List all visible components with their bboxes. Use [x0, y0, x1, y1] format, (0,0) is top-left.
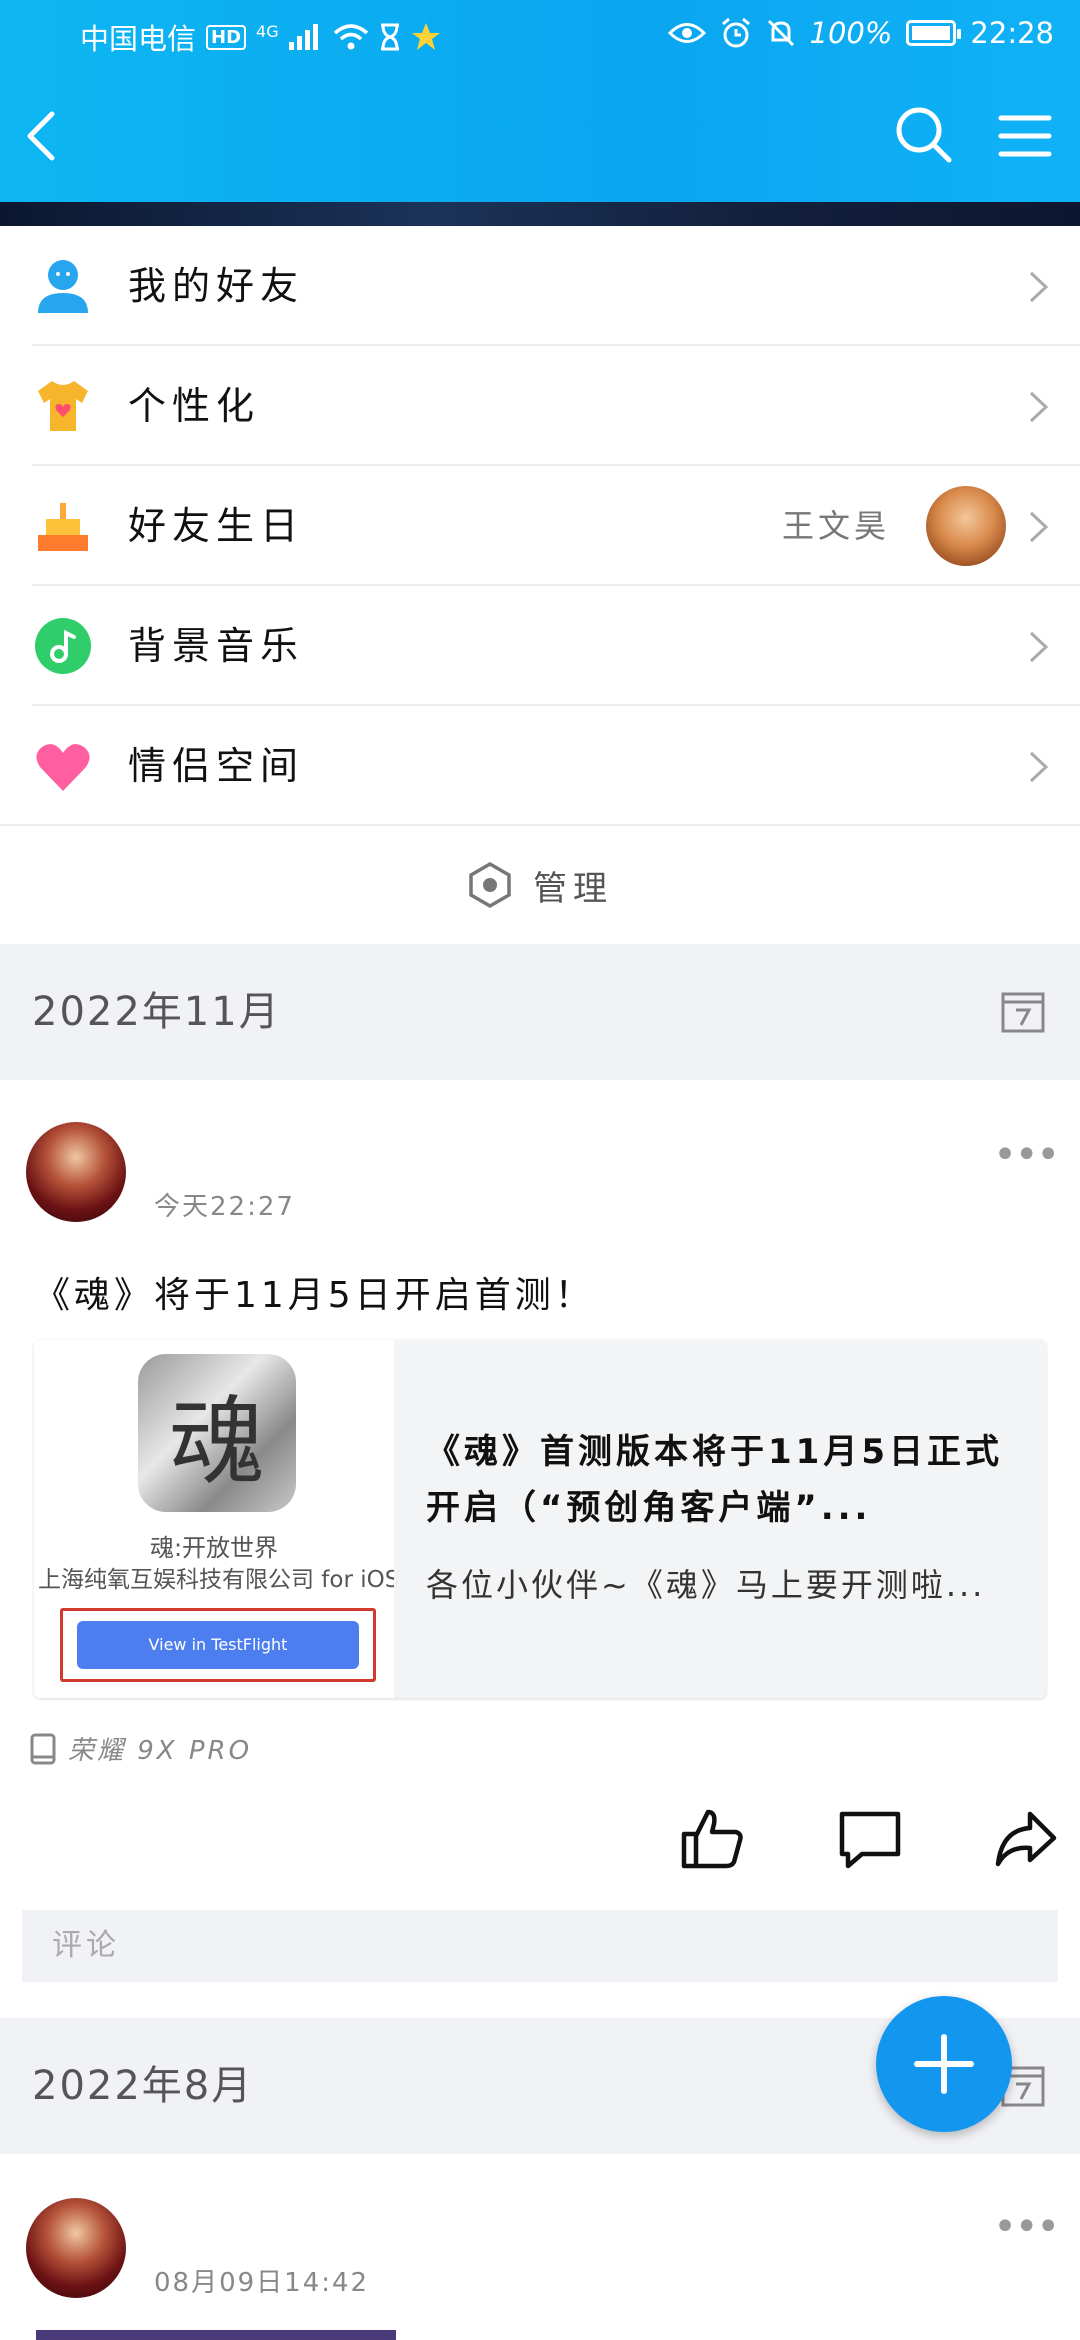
- tshirt-icon: [38, 381, 88, 431]
- chevron-right-icon: [1029, 511, 1049, 543]
- hourglass-icon: [380, 23, 399, 51]
- app-name: 魂:开放世界: [149, 1534, 279, 1562]
- author-avatar[interactable]: [26, 2198, 126, 2298]
- phone-icon: [30, 1733, 56, 1764]
- chevron-right-icon: [1029, 631, 1049, 663]
- cover-image-strip: [0, 202, 1080, 226]
- chevron-right-icon: [1029, 751, 1049, 783]
- month-title: 2022年11月: [32, 989, 281, 1035]
- hd-badge: HD: [206, 24, 247, 50]
- menu-item-label: 我的好友: [128, 264, 305, 308]
- star-badge-icon: [411, 23, 440, 50]
- menu-item-birthday[interactable]: 好友生日 王文昊: [0, 466, 1080, 586]
- comment-icon[interactable]: [838, 1808, 902, 1870]
- menu-item-couple-space[interactable]: 情侣空间: [0, 706, 1080, 826]
- device-name: 荣耀 9X PRO: [68, 1736, 253, 1766]
- network-label: 4G: [256, 21, 279, 41]
- wifi-icon: [333, 24, 368, 50]
- menu-item-label: 好友生日: [128, 504, 305, 548]
- birthday-friend-avatar: [926, 486, 1006, 566]
- heart-icon: [36, 744, 90, 791]
- highlight-box: View in TestFlight: [60, 1608, 376, 1682]
- post-time: 08月09日14:42: [154, 2268, 370, 2298]
- status-bar: 中国电信 HD 4G 100% 22:28: [0, 0, 1080, 70]
- post-time: 今天22:27: [154, 1192, 295, 1222]
- post-text: 《魂》将于11月5日开启首测！: [34, 1275, 595, 1316]
- menu-item-friends[interactable]: 我的好友: [0, 226, 1080, 346]
- share-description: 各位小伙伴~《魂》马上要开测啦...: [426, 1566, 986, 1604]
- menu-item-label: 情侣空间: [128, 744, 305, 788]
- search-icon[interactable]: [893, 104, 953, 164]
- chevron-right-icon: [1029, 391, 1049, 423]
- post-image-preview: [36, 2330, 396, 2340]
- app-header: 中国电信 HD 4G 100% 22:28: [0, 0, 1080, 202]
- clock-time: 22:28: [970, 16, 1054, 50]
- cake-icon: [38, 503, 88, 551]
- hamburger-menu-icon[interactable]: [995, 106, 1055, 166]
- alarm-icon: [721, 18, 750, 48]
- friend-icon: [38, 260, 88, 313]
- comment-placeholder: 评论: [52, 1928, 120, 1963]
- share-icon[interactable]: [994, 1808, 1058, 1870]
- eye-icon: [667, 23, 706, 43]
- signal-icon: [288, 24, 318, 50]
- menu-item-personalize[interactable]: 个性化: [0, 346, 1080, 466]
- feature-menu: 我的好友 个性化 好友生日 王文昊 背景音乐 情侣空间: [0, 226, 1080, 826]
- manage-label: 管理: [533, 868, 613, 909]
- menu-item-label: 个性化: [128, 384, 261, 428]
- like-icon[interactable]: [680, 1808, 744, 1870]
- month-title: 2022年8月: [32, 2063, 254, 2109]
- back-chevron-icon[interactable]: [20, 106, 60, 166]
- comment-input[interactable]: 评论: [22, 1910, 1058, 1982]
- more-options-icon[interactable]: •••: [993, 1132, 1060, 1178]
- testflight-button: View in TestFlight: [77, 1621, 359, 1669]
- menu-item-label: 背景音乐: [128, 624, 305, 668]
- battery-percent: 100%: [809, 16, 893, 50]
- settings-hexagon-icon: [469, 861, 511, 909]
- post-device: 荣耀 9X PRO: [30, 1730, 252, 1767]
- app-company: 上海纯氧互娱科技有限公司 for iOS: [38, 1567, 394, 1593]
- chevron-right-icon: [1029, 271, 1049, 303]
- menu-item-music[interactable]: 背景音乐: [0, 586, 1080, 706]
- mute-bell-icon: [767, 19, 794, 47]
- battery-icon: [906, 20, 962, 46]
- month-header: 2022年11月: [0, 944, 1080, 1080]
- shared-link-card[interactable]: 魂 魂:开放世界 上海纯氧互娱科技有限公司 for iOS View in Te…: [34, 1340, 1046, 1698]
- carrier-label: 中国电信: [80, 22, 197, 56]
- birthday-friend-name: 王文昊: [781, 507, 890, 545]
- calendar-icon[interactable]: [1000, 988, 1046, 1034]
- add-post-button[interactable]: [876, 1996, 1012, 2132]
- author-avatar[interactable]: [26, 1122, 126, 1222]
- music-icon: [35, 618, 91, 674]
- share-thumbnail: 魂 魂:开放世界 上海纯氧互娱科技有限公司 for iOS View in Te…: [34, 1340, 394, 1698]
- manage-button[interactable]: 管理: [0, 826, 1080, 944]
- share-title: 《魂》首测版本将于11月5日正式开启（“预创角客户端”...: [426, 1432, 1003, 1528]
- app-icon: 魂: [138, 1354, 296, 1512]
- more-options-icon[interactable]: •••: [993, 2204, 1060, 2250]
